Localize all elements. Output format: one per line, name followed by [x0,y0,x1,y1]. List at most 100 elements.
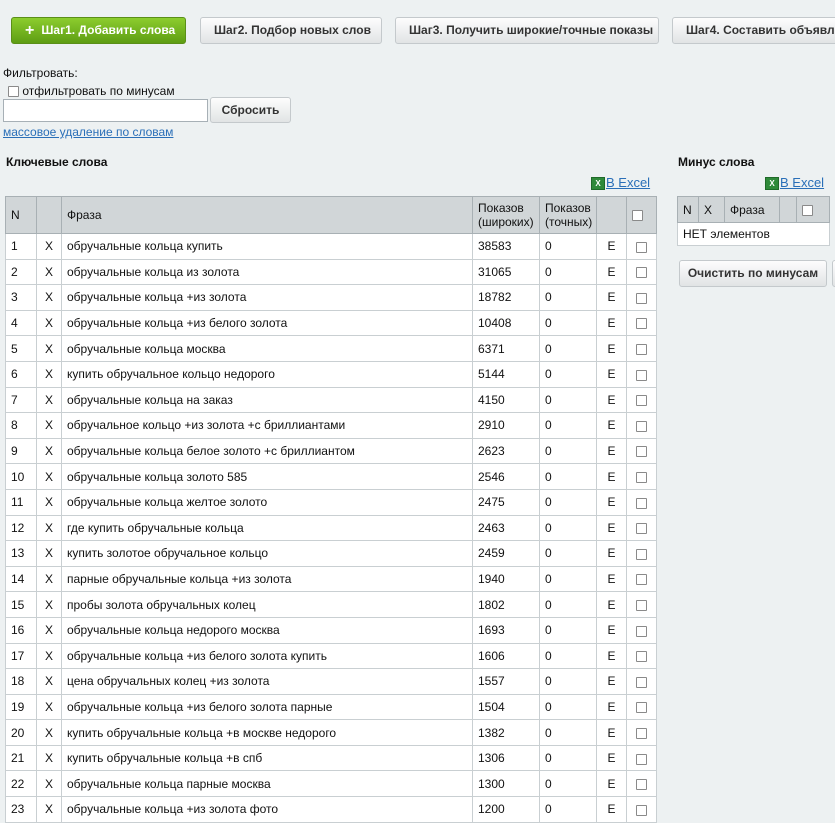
select-all-checkbox[interactable] [632,210,643,222]
row-select-checkbox[interactable] [636,548,647,560]
remove-icon[interactable]: X [36,565,62,593]
remove-icon[interactable]: X [36,693,62,721]
col-exact-header[interactable]: Показов (точных) [539,196,597,234]
edit-icon[interactable]: E [596,693,627,721]
mass-delete-link[interactable]: массовое удаление по словам [3,125,173,139]
edit-icon[interactable]: E [596,719,627,746]
minus-excel-label[interactable]: В Excel [780,175,824,190]
row-select-checkbox[interactable] [636,395,647,407]
remove-icon[interactable]: X [36,796,62,823]
remove-icon[interactable]: X [36,591,62,618]
row-select-cell [626,770,657,798]
edit-icon[interactable]: E [596,386,627,414]
edit-icon[interactable]: E [596,335,627,362]
remove-icon[interactable]: X [36,335,62,362]
edit-icon[interactable]: E [596,514,627,542]
row-select-checkbox[interactable] [636,753,647,765]
remove-icon[interactable]: X [36,463,62,490]
minus-select-all-checkbox[interactable] [802,204,813,216]
row-select-checkbox[interactable] [636,497,647,509]
row-select-checkbox[interactable] [636,241,647,253]
row-select-checkbox[interactable] [636,292,647,304]
minus-filter-checkbox[interactable] [8,86,19,98]
row-select-checkbox[interactable] [636,420,647,432]
edit-icon[interactable]: E [596,540,627,567]
edit-icon[interactable]: E [596,642,627,670]
remove-icon[interactable]: X [36,360,62,388]
row-exact-count: 0 [539,463,597,490]
row-select-checkbox[interactable] [636,651,647,663]
row-select-checkbox[interactable] [636,676,647,688]
remove-icon[interactable]: X [36,514,62,542]
row-phrase: купить золотое обручальное кольцо [61,540,473,567]
edit-icon[interactable]: E [596,412,627,439]
reset-button[interactable]: Сбросить [210,97,291,123]
minus-filter-label[interactable]: отфильтровать по минусам [22,84,174,98]
edit-icon[interactable]: E [596,309,627,337]
edit-icon[interactable]: E [596,258,627,286]
filter-input[interactable] [3,99,208,122]
keywords-excel-link[interactable]: XВ Excel [591,175,650,191]
edit-icon[interactable]: E [596,565,627,593]
row-select-checkbox[interactable] [636,804,647,816]
remove-icon[interactable]: X [36,642,62,670]
remove-icon[interactable]: X [36,412,62,439]
row-select-checkbox[interactable] [636,574,647,586]
table-row: 14 Xпарные обручальные кольца +из золота 1… [5,565,657,593]
row-select-checkbox[interactable] [636,369,647,381]
edit-icon[interactable]: E [596,744,627,772]
edit-icon[interactable]: E [596,796,627,823]
remove-icon[interactable]: X [36,616,62,644]
row-number: 5 [5,335,37,362]
row-select-checkbox[interactable] [636,625,647,637]
remove-icon[interactable]: X [36,770,62,798]
remove-icon[interactable]: X [36,258,62,286]
step-4-button[interactable]: Шаг4. Составить объявле [672,17,835,44]
col-broad-header[interactable]: Показов (широких) [472,196,540,234]
row-phrase: обручальные кольца парные москва [61,770,473,798]
clear-minus-button[interactable]: Очистить по минусам [679,260,827,287]
row-select-checkbox[interactable] [636,267,647,279]
step-1-button[interactable]: + Шаг1. Добавить слова [11,17,186,44]
remove-icon[interactable]: X [36,309,62,337]
row-select-checkbox[interactable] [636,702,647,714]
row-select-checkbox[interactable] [636,727,647,739]
excel-icon: X [765,177,779,191]
row-select-checkbox[interactable] [636,779,647,791]
row-broad-count: 1693 [472,616,540,644]
remove-icon[interactable]: X [36,233,62,260]
edit-icon[interactable]: E [596,360,627,388]
edit-icon[interactable]: E [596,233,627,260]
row-phrase: пробы золота обручальных колец [61,591,473,618]
remove-icon[interactable]: X [36,668,62,695]
row-select-checkbox[interactable] [636,599,647,611]
step-3-button[interactable]: Шаг3. Получить широкие/точные показы [395,17,659,44]
edit-icon[interactable]: E [596,668,627,695]
remove-icon[interactable]: X [36,540,62,567]
minus-col-phrase-header[interactable]: Фраза [724,196,780,223]
edit-icon[interactable]: E [596,284,627,311]
remove-icon[interactable]: X [36,437,62,465]
edit-icon[interactable]: E [596,488,627,516]
edit-icon[interactable]: E [596,770,627,798]
row-select-checkbox[interactable] [636,471,647,483]
keywords-excel-label[interactable]: В Excel [606,175,650,190]
step-2-button[interactable]: Шаг2. Подбор новых слов [200,17,382,44]
remove-icon[interactable]: X [36,284,62,311]
row-select-checkbox[interactable] [636,523,647,535]
remove-icon[interactable]: X [36,719,62,746]
edit-icon[interactable]: E [596,437,627,465]
row-select-cell [626,386,657,414]
row-select-checkbox[interactable] [636,318,647,330]
remove-icon[interactable]: X [36,386,62,414]
edit-icon[interactable]: E [596,463,627,490]
edit-icon[interactable]: E [596,616,627,644]
minus-excel-link[interactable]: XВ Excel [765,175,824,191]
remove-icon[interactable]: X [36,488,62,516]
row-select-checkbox[interactable] [636,344,647,355]
row-number: 18 [5,668,37,695]
edit-icon[interactable]: E [596,591,627,618]
row-select-checkbox[interactable] [636,446,647,458]
col-phrase-header[interactable]: Фраза [61,196,473,234]
remove-icon[interactable]: X [36,744,62,772]
